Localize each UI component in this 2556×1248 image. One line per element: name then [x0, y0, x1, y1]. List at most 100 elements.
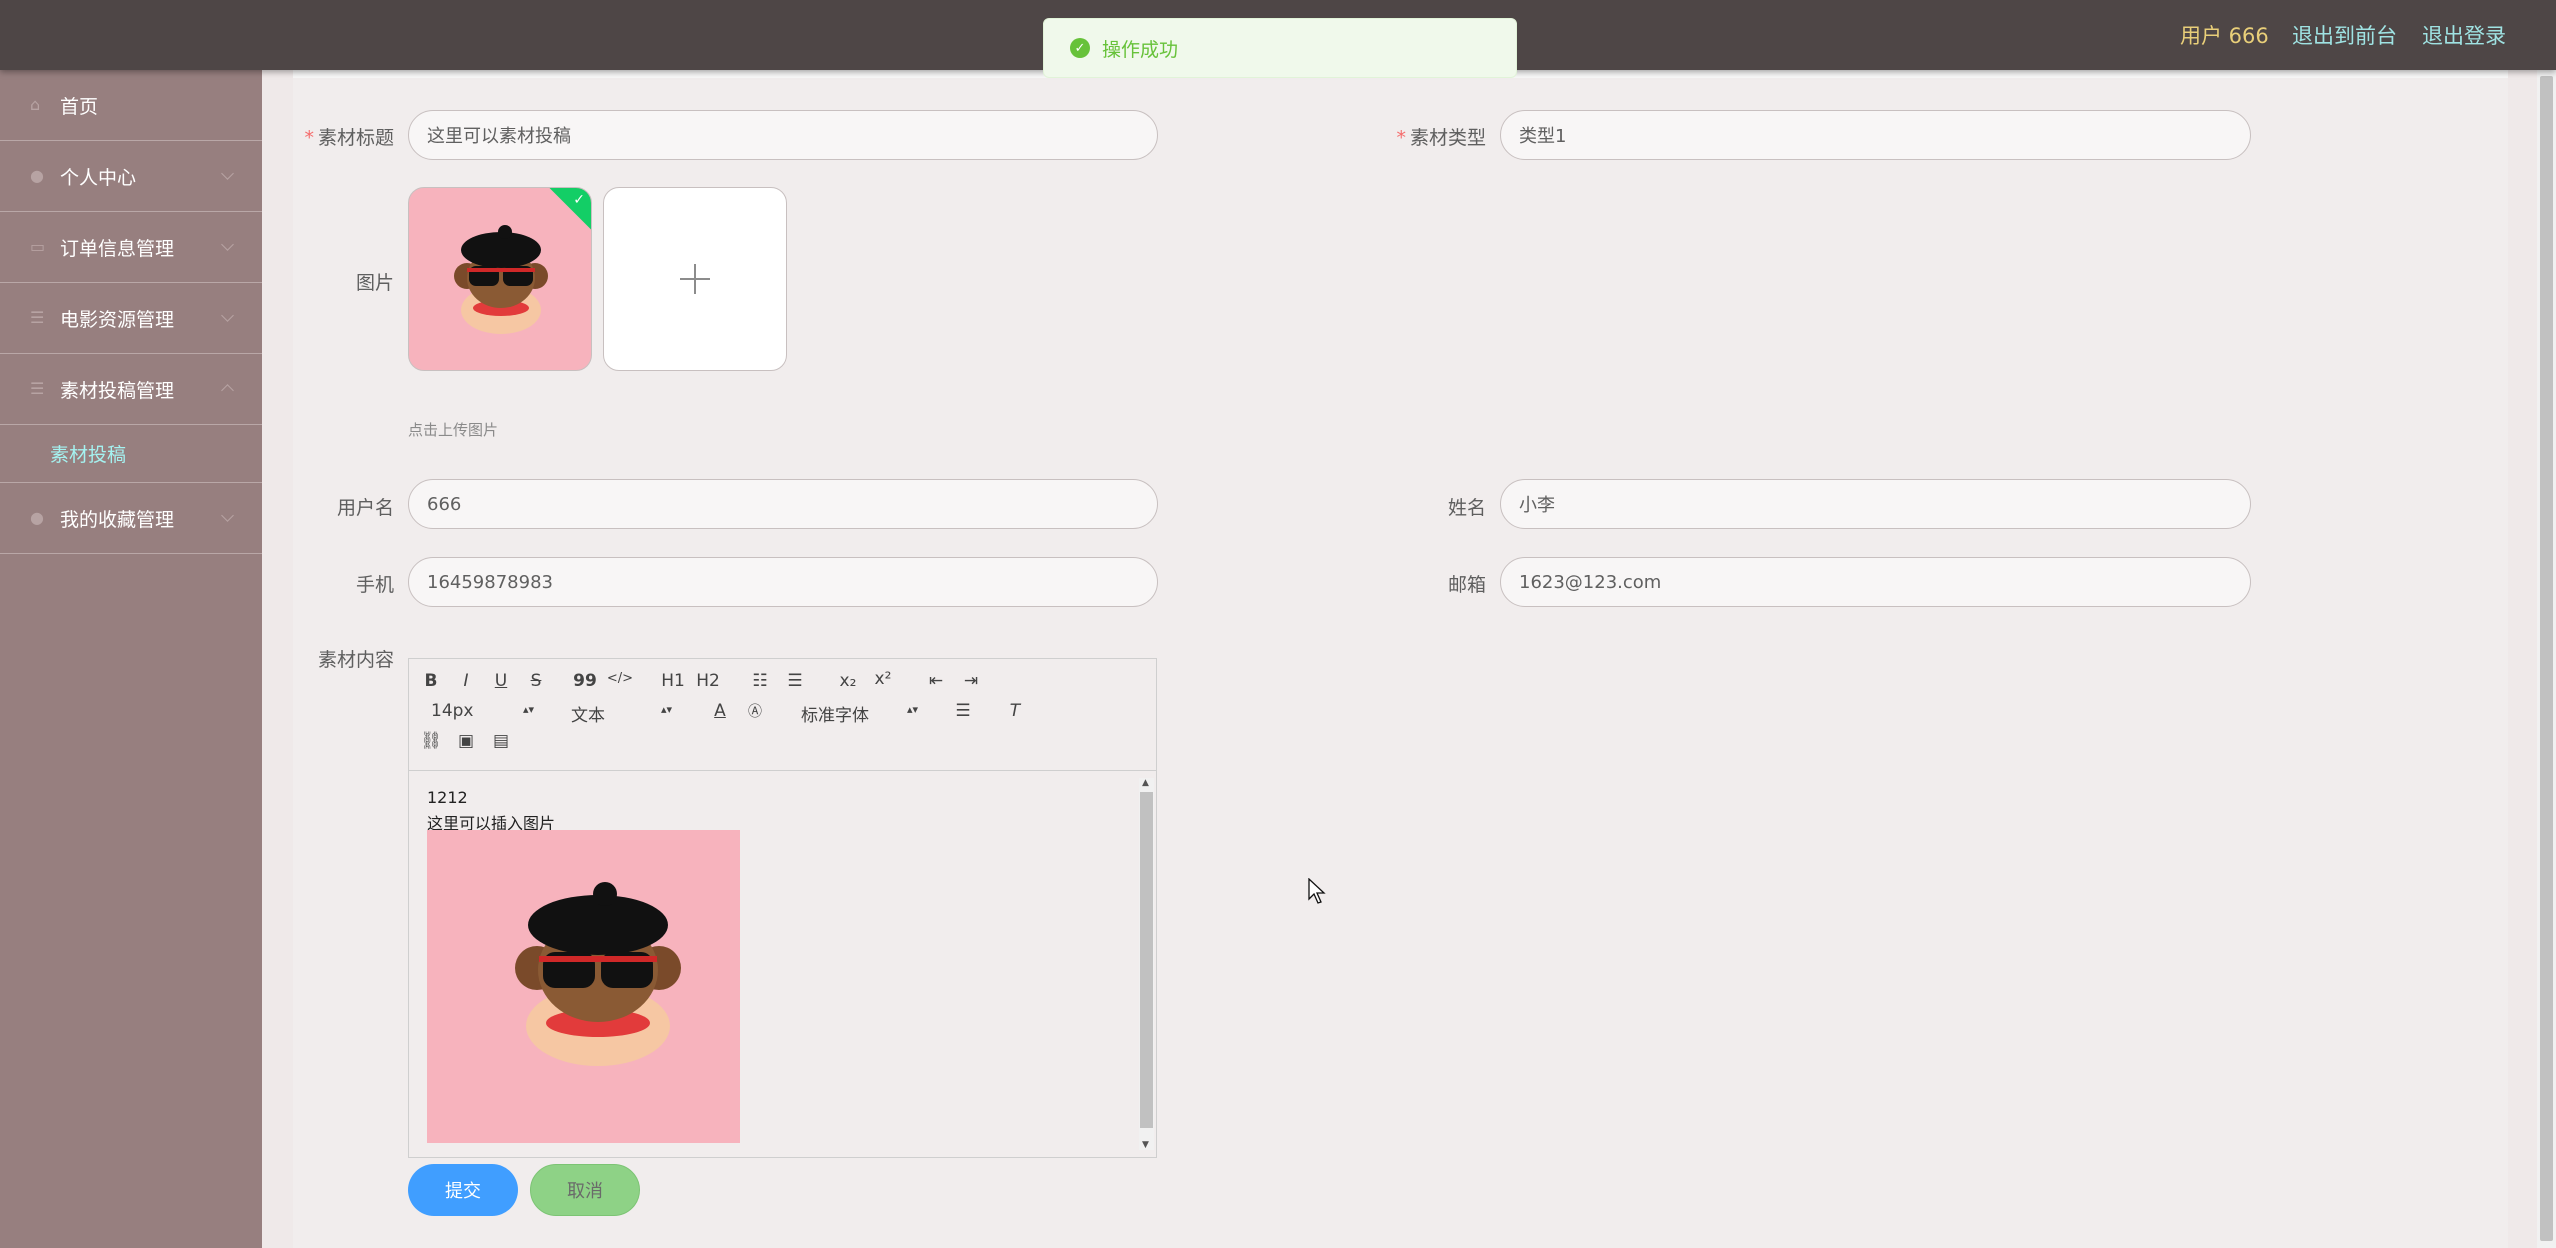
sort-arrows-icon: ▴▾	[907, 703, 919, 716]
editor-content-area[interactable]: 1212 这里可以插入图片 ▲ ▼	[409, 772, 1156, 1157]
name-input[interactable]: 小李	[1500, 479, 2251, 529]
current-user-label: 用户 666	[2180, 24, 2269, 48]
upload-add-button[interactable]	[603, 187, 787, 371]
title-input[interactable]: 这里可以素材投稿	[408, 110, 1158, 160]
required-mark: *	[1396, 127, 1406, 149]
indent-icon[interactable]: ⇥	[957, 671, 985, 691]
chevron-down-icon	[221, 309, 234, 322]
phone-input[interactable]: 16459878983	[408, 557, 1158, 607]
rich-text-editor[interactable]: B I U S 99 </> H1 H2 ☷ ☰ x₂ x² ⇤ ⇥ 14px ▴…	[408, 658, 1157, 1158]
font-family-value: 标准字体	[801, 706, 869, 726]
user-icon: ●	[30, 166, 44, 185]
text-style-value: 文本	[571, 706, 605, 726]
editor-text-line: 1212	[427, 788, 468, 807]
sidebar-item-personal-center[interactable]: ● 个人中心	[0, 141, 262, 212]
sidebar-subitem-material-submission[interactable]: 素材投稿	[0, 425, 262, 483]
username-label: 用户名	[336, 497, 394, 519]
chevron-down-icon	[221, 238, 234, 251]
sort-arrows-icon: ▴▾	[661, 703, 673, 716]
sidebar-item-label: 素材投稿管理	[60, 379, 175, 402]
underline-button[interactable]: U	[487, 671, 515, 691]
name-label: 姓名	[1447, 497, 1486, 519]
subscript-button[interactable]: x₂	[834, 671, 862, 691]
bold-button[interactable]: B	[417, 671, 445, 691]
title-label: * 素材标题	[300, 123, 394, 150]
italic-button[interactable]: I	[452, 671, 480, 691]
sidebar-item-label: 首页	[60, 95, 99, 118]
chevron-down-icon	[221, 167, 234, 180]
sidebar-item-home[interactable]: ⌂ 首页	[0, 70, 262, 141]
strikethrough-button[interactable]: S	[522, 671, 550, 691]
editor-scrollbar-thumb[interactable]	[1140, 792, 1153, 1128]
required-mark: *	[304, 127, 314, 149]
title-label-text: 素材标题	[317, 127, 394, 149]
superscript-button[interactable]: x²	[869, 669, 897, 689]
font-color-icon[interactable]: A	[706, 701, 734, 721]
success-toast: ✓ 操作成功	[1043, 18, 1517, 78]
editor-inserted-image	[427, 830, 740, 1143]
success-check-icon: ✓	[1070, 38, 1090, 58]
font-family-select[interactable]: 标准字体 ▴▾	[801, 701, 921, 726]
sidebar-subitem-label: 素材投稿	[50, 444, 127, 466]
monkey-avatar-image	[515, 882, 681, 1066]
check-icon: ✓	[573, 192, 585, 208]
list-icon: ☰	[30, 379, 45, 398]
scroll-up-icon[interactable]: ▲	[1142, 778, 1149, 788]
upload-tip: 点击上传图片	[408, 421, 499, 439]
plus-icon	[680, 264, 710, 294]
logout-link[interactable]: 退出登录	[2422, 20, 2506, 50]
chevron-down-icon	[221, 509, 234, 522]
align-icon[interactable]: ☰	[949, 701, 977, 721]
link-icon[interactable]: ⛓	[417, 731, 445, 751]
sidebar-item-label: 电影资源管理	[60, 308, 175, 331]
font-size-select[interactable]: 14px ▴▾	[431, 701, 541, 721]
email-input[interactable]: 1623@123.com	[1500, 557, 2251, 607]
ordered-list-icon[interactable]: ☷	[746, 671, 774, 691]
font-size-value: 14px	[431, 701, 474, 721]
type-select[interactable]: 类型1	[1500, 110, 2251, 160]
page-scrollbar[interactable]	[2537, 70, 2556, 1248]
sidebar-item-label: 我的收藏管理	[60, 508, 175, 531]
sidebar-item-material-submission-management[interactable]: ☰ 素材投稿管理	[0, 354, 262, 425]
sidebar-item-order-management[interactable]: ▭ 订单信息管理	[0, 212, 262, 283]
uploaded-image-thumbnail[interactable]: ✓	[408, 187, 592, 371]
username-input[interactable]: 666	[408, 479, 1158, 529]
sidebar-item-favorites-management[interactable]: ● 我的收藏管理	[0, 483, 262, 554]
clear-format-icon[interactable]: T	[1001, 701, 1029, 721]
sidebar-item-movie-resource-management[interactable]: ☰ 电影资源管理	[0, 283, 262, 354]
sidebar: ⌂ 首页 ● 个人中心 ▭ 订单信息管理 ☰ 电影资源管理 ☰ 素材投稿管理 素…	[0, 70, 262, 1248]
phone-label: 手机	[355, 574, 394, 596]
submit-button[interactable]: 提交	[408, 1164, 518, 1216]
sort-arrows-icon: ▴▾	[523, 703, 535, 716]
toast-message: 操作成功	[1102, 38, 1179, 61]
content-label: 素材内容	[317, 649, 394, 671]
text-style-select[interactable]: 文本 ▴▾	[571, 701, 681, 726]
type-label: * 素材类型	[1392, 123, 1486, 150]
editor-toolbar: B I U S 99 </> H1 H2 ☷ ☰ x₂ x² ⇤ ⇥ 14px ▴…	[409, 659, 1156, 771]
heading-2-button[interactable]: H2	[694, 671, 722, 691]
outdent-icon[interactable]: ⇤	[922, 671, 950, 691]
page-scrollbar-thumb[interactable]	[2540, 76, 2553, 1241]
list-icon: ☰	[30, 308, 45, 327]
back-to-frontend-link[interactable]: 退出到前台	[2292, 20, 2397, 50]
cancel-button[interactable]: 取消	[530, 1164, 640, 1216]
order-icon: ▭	[30, 237, 46, 256]
image-icon[interactable]: ▣	[452, 731, 480, 751]
bullet-list-icon[interactable]: ☰	[781, 671, 809, 691]
code-block-button[interactable]: </>	[606, 671, 634, 686]
image-label: 图片	[355, 272, 394, 294]
heading-1-button[interactable]: H1	[659, 671, 687, 691]
video-icon[interactable]: ▤	[487, 731, 515, 751]
sidebar-item-label: 个人中心	[60, 166, 137, 189]
sidebar-item-label: 订单信息管理	[60, 237, 175, 260]
chevron-up-icon	[221, 384, 234, 397]
editor-scrollbar[interactable]: ▲ ▼	[1139, 778, 1154, 1150]
scroll-down-icon[interactable]: ▼	[1142, 1140, 1149, 1150]
favorite-icon: ●	[30, 508, 44, 527]
mouse-cursor-icon	[1308, 878, 1326, 904]
home-icon: ⌂	[30, 95, 41, 114]
type-label-text: 素材类型	[1409, 127, 1486, 149]
blockquote-button[interactable]: 99	[571, 671, 599, 691]
monkey-avatar-image	[454, 225, 548, 334]
background-color-icon[interactable]: Ⓐ	[741, 701, 769, 721]
